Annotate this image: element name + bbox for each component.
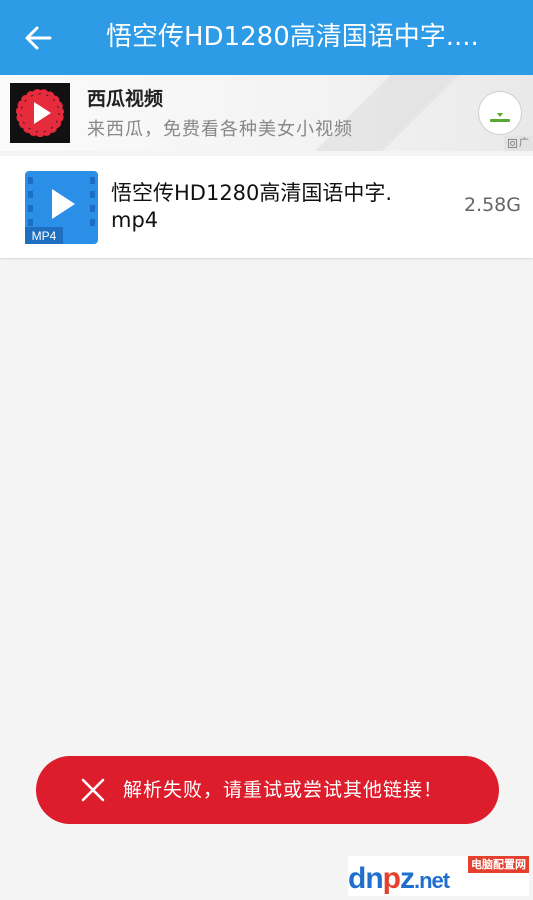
file-type-label: MP4: [32, 229, 57, 243]
watermark-logo-text: dnpz.net: [348, 862, 450, 895]
ad-app-name: 西瓜视频: [87, 88, 164, 110]
page-title: 悟空传HD1280高清国语中字....: [106, 22, 479, 52]
ad-download-button[interactable]: [478, 91, 522, 135]
ad-description: 来西瓜，免费看各种美女小视频: [87, 119, 353, 140]
ad-banner[interactable]: 西瓜视频 来西瓜，免费看各种美女小视频 广: [0, 75, 533, 151]
video-file-icon: MP4: [25, 171, 98, 244]
file-size: 2.58G: [463, 194, 521, 216]
watermark-cn-label: 电脑配置网: [468, 856, 529, 873]
download-icon: [490, 113, 510, 122]
error-toast: 解析失败，请重试或尝试其他链接！: [36, 756, 499, 824]
ad-info-icon: [508, 139, 517, 148]
back-button[interactable]: [14, 14, 62, 62]
app-bar: 悟空传HD1280高清国语中字....: [0, 0, 533, 75]
watermelon-play-icon: [10, 83, 70, 143]
ad-badge: 广: [504, 136, 533, 151]
close-icon[interactable]: [80, 777, 106, 803]
toast-message: 解析失败，请重试或尝试其他链接！: [123, 779, 444, 801]
arrow-left-icon: [25, 26, 52, 50]
ad-badge-label: 广: [519, 138, 529, 149]
file-name: 悟空传HD1280高清国语中字.mp4: [111, 181, 393, 232]
file-list-item[interactable]: MP4 悟空传HD1280高清国语中字.mp4 2.58G: [0, 156, 533, 258]
site-watermark: dnpz.net 电脑配置网: [348, 856, 529, 896]
